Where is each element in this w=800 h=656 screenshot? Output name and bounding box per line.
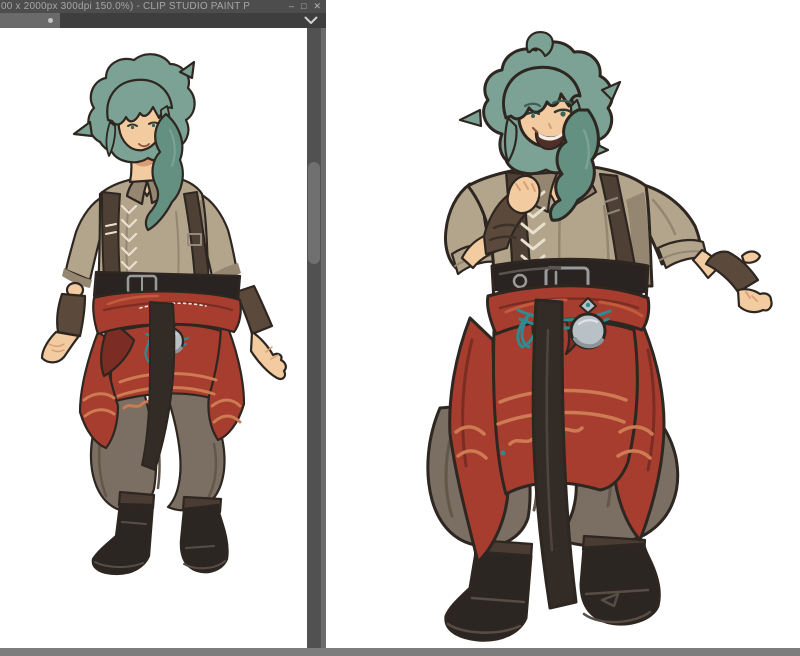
bottom-gray-bar bbox=[0, 648, 800, 656]
right-arm bbox=[638, 182, 773, 314]
vertical-scrollbar[interactable] bbox=[307, 28, 321, 648]
scrollbar-thumb[interactable] bbox=[308, 162, 320, 264]
canvas-tab-bar bbox=[0, 13, 326, 28]
tab-list-chevron-icon[interactable] bbox=[304, 16, 318, 25]
maximize-button[interactable]: □ bbox=[301, 0, 306, 13]
character-art-small bbox=[40, 53, 287, 576]
character-art-large bbox=[426, 30, 773, 642]
screen: 00 x 2000px 300dpi 150.0%) - CLIP STUDIO… bbox=[0, 0, 800, 656]
close-button[interactable]: ✕ bbox=[313, 0, 321, 13]
clip-studio-paint-window: 00 x 2000px 300dpi 150.0%) - CLIP STUDIO… bbox=[0, 0, 326, 648]
reference-image-area bbox=[326, 0, 800, 648]
window-resize-border[interactable] bbox=[321, 13, 326, 648]
window-title: 00 x 2000px 300dpi 150.0%) - CLIP STUDIO… bbox=[1, 1, 251, 12]
minimize-button[interactable]: – bbox=[289, 0, 294, 13]
canvas-tab[interactable] bbox=[0, 13, 60, 28]
unsaved-indicator-dot bbox=[48, 18, 53, 23]
canvas-viewport[interactable] bbox=[0, 28, 307, 648]
window-titlebar[interactable]: 00 x 2000px 300dpi 150.0%) - CLIP STUDIO… bbox=[0, 0, 326, 13]
